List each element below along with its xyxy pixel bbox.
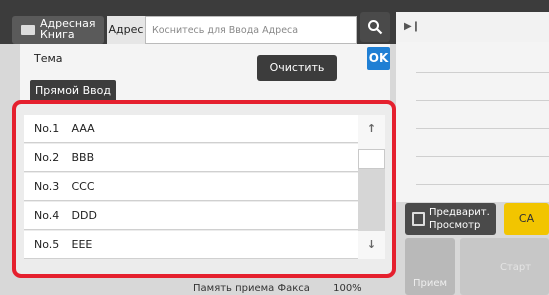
list-item[interactable]: No.1 AAA bbox=[24, 115, 358, 143]
item-name: CCC bbox=[71, 180, 95, 193]
item-number: No.1 bbox=[34, 122, 60, 135]
search-icon bbox=[368, 20, 383, 35]
preview-label: Предварит. Просмотр bbox=[429, 207, 490, 231]
list-item[interactable]: No.4 DDD bbox=[24, 202, 358, 230]
search-button[interactable] bbox=[360, 12, 390, 42]
fax-memory-value: 100% bbox=[333, 283, 362, 294]
preview-panel bbox=[396, 42, 549, 202]
item-name: BBB bbox=[71, 151, 95, 164]
fax-memory-status: Память приема Факса 100% bbox=[193, 283, 362, 294]
address-book-button[interactable]: Адресная Книга bbox=[12, 16, 104, 44]
scroll-track[interactable] bbox=[358, 149, 385, 231]
play-arrow-icon[interactable]: ▶❙ bbox=[404, 21, 420, 32]
ok-button[interactable]: OK bbox=[367, 47, 390, 70]
item-number: No.2 bbox=[34, 151, 60, 164]
item-name: EEE bbox=[71, 238, 93, 251]
list-item[interactable]: No.5 EEE bbox=[24, 231, 358, 259]
subject-label: Тема bbox=[34, 52, 63, 65]
address-input[interactable]: Коснитесь для Ввода Адреса bbox=[145, 16, 357, 44]
preview-button[interactable]: Предварит. Просмотр bbox=[405, 203, 496, 235]
item-number: No.5 bbox=[34, 238, 60, 251]
start-label: Старт bbox=[500, 262, 532, 273]
item-number: No.3 bbox=[34, 180, 60, 193]
scroll-thumb[interactable] bbox=[358, 149, 385, 169]
address-book-label: Адресная Книга bbox=[40, 17, 96, 41]
scroll-bottom-icon[interactable]: ↓ bbox=[358, 231, 385, 259]
list-scrollbar[interactable]: ↑ ↓ bbox=[358, 115, 385, 259]
clear-button[interactable]: Очистить bbox=[257, 55, 337, 81]
scroll-top-icon[interactable]: ↑ bbox=[358, 115, 385, 143]
address-label: Адрес bbox=[107, 16, 145, 44]
subject-list: No.1 AAA No.2 BBB No.3 CCC No.4 DDD No.5… bbox=[24, 115, 358, 259]
item-name: DDD bbox=[71, 209, 97, 222]
start-button[interactable]: Старт bbox=[460, 238, 549, 295]
ca-button[interactable]: CA bbox=[504, 203, 549, 235]
preview-icon bbox=[412, 212, 425, 226]
item-number: No.4 bbox=[34, 209, 60, 222]
direct-entry-button[interactable]: Прямой Ввод bbox=[30, 80, 116, 102]
list-item[interactable]: No.2 BBB bbox=[24, 144, 358, 172]
address-book-icon bbox=[21, 25, 35, 35]
item-name: AAA bbox=[71, 122, 95, 135]
receive-button[interactable]: Прием bbox=[405, 238, 455, 295]
receive-label: Прием bbox=[412, 278, 448, 289]
fax-memory-text: Память приема Факса bbox=[193, 283, 310, 294]
list-item[interactable]: No.3 CCC bbox=[24, 173, 358, 201]
preview-panel-header: ▶❙ bbox=[396, 12, 549, 42]
